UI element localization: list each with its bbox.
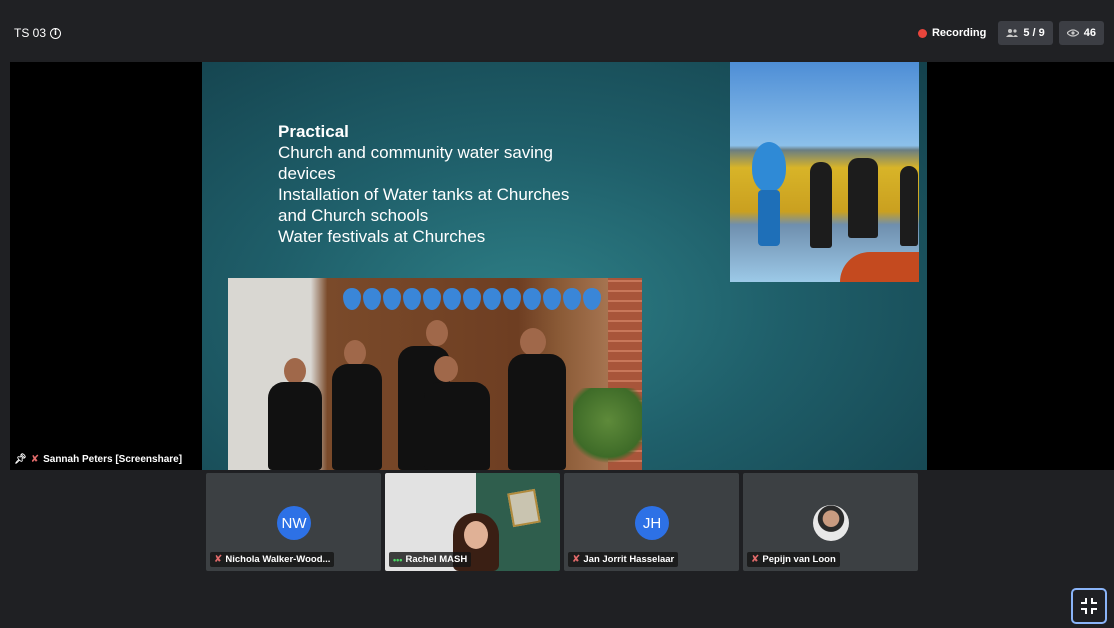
water-drop-mascot xyxy=(752,142,786,192)
screenshare-stage[interactable]: Practical Church and community water sav… xyxy=(10,62,1114,470)
participant-name: Jan Jorrit Hasselaar xyxy=(583,554,675,565)
slide-line: Installation of Water tanks at Churches xyxy=(278,185,570,204)
mic-muted-icon: ✘ xyxy=(572,554,581,565)
plant xyxy=(573,388,642,470)
participant-tile[interactable]: ✘ Pepijn van Loon xyxy=(743,473,918,571)
recording-indicator: Recording xyxy=(912,21,992,45)
participant-name: Pepijn van Loon xyxy=(762,554,836,565)
person-head xyxy=(434,356,458,382)
wall-picture xyxy=(507,488,541,528)
mic-muted-icon: ✘ xyxy=(751,554,760,565)
slide-heading: Practical xyxy=(278,122,349,141)
people-icon xyxy=(1006,29,1019,37)
person-figure xyxy=(848,158,878,238)
participant-name: Rachel MASH xyxy=(405,554,468,565)
avatar: JH xyxy=(635,506,669,540)
person-figure xyxy=(508,354,566,470)
viewers-button[interactable]: 46 xyxy=(1058,21,1104,45)
person-figure xyxy=(332,364,382,470)
person-figure xyxy=(810,162,832,248)
exit-fullscreen-button[interactable] xyxy=(1071,588,1107,624)
person-head xyxy=(344,340,366,366)
participant-tile[interactable]: ••• Rachel MASH xyxy=(385,473,560,571)
mic-muted-icon: ✘ xyxy=(214,554,223,565)
info-icon[interactable]: i xyxy=(50,27,62,39)
person-head xyxy=(520,328,546,356)
slide-line: Church and community water saving xyxy=(278,143,553,162)
person-figure xyxy=(424,382,490,470)
recording-dot-icon xyxy=(917,28,927,38)
slide-line: Water festivals at Churches xyxy=(278,227,486,246)
avatar-photo xyxy=(813,505,849,541)
participant-name-tag: ✘ Pepijn van Loon xyxy=(747,552,840,567)
participant-name-tag: ••• Rachel MASH xyxy=(389,552,472,567)
pin-icon[interactable]: 📌︎ xyxy=(14,454,27,465)
exit-fullscreen-icon xyxy=(1081,598,1097,614)
participant-name-tag: ✘ Jan Jorrit Hasselaar xyxy=(568,552,679,567)
water-drop-banner xyxy=(343,288,603,314)
slide-line: devices xyxy=(278,164,336,183)
presenter-name: Sannah Peters [Screenshare] xyxy=(43,453,183,465)
slide-line: and Church schools xyxy=(278,206,429,225)
viewers-count: 46 xyxy=(1083,27,1096,39)
presenter-label: 📌︎ ✘ Sannah Peters [Screenshare] xyxy=(14,451,182,467)
participant-name-tag: ✘ Nichola Walker-Wood... xyxy=(210,552,335,567)
participant-video-face xyxy=(464,521,488,549)
mic-muted-icon: ✘ xyxy=(30,453,40,465)
avatar: NW xyxy=(277,506,311,540)
room-title-text: TS 03 xyxy=(14,26,47,40)
participant-tile[interactable]: JH ✘ Jan Jorrit Hasselaar xyxy=(564,473,739,571)
person-head xyxy=(426,320,448,346)
top-right-controls: Recording 5 / 9 46 xyxy=(912,21,1104,45)
recording-label: Recording xyxy=(931,27,987,39)
eye-icon xyxy=(1066,29,1079,37)
room-title[interactable]: TS 03 i xyxy=(14,26,62,40)
participant-name: Nichola Walker-Wood... xyxy=(225,554,331,565)
participants-count: 5 / 9 xyxy=(1023,27,1045,39)
water-is-life-photo xyxy=(228,278,642,470)
mascot-body xyxy=(758,190,780,246)
presentation-slide: Practical Church and community water sav… xyxy=(202,62,927,470)
participant-tile[interactable]: NW ✘ Nichola Walker-Wood... xyxy=(206,473,381,571)
red-ramp xyxy=(840,252,919,282)
participant-tiles: NW ✘ Nichola Walker-Wood... ••• Rachel M… xyxy=(206,473,918,571)
person-figure xyxy=(900,166,918,246)
person-head xyxy=(284,358,306,384)
speaking-icon: ••• xyxy=(393,554,403,565)
participants-button[interactable]: 5 / 9 xyxy=(998,21,1053,45)
slide-text: Practical Church and community water sav… xyxy=(278,122,638,247)
person-figure xyxy=(268,382,322,470)
mascot-photo xyxy=(730,62,919,282)
conference-app: TS 03 i Recording 5 / 9 46 Practical Chu… xyxy=(0,0,1114,628)
top-bar: TS 03 i Recording 5 / 9 46 xyxy=(0,0,1114,60)
